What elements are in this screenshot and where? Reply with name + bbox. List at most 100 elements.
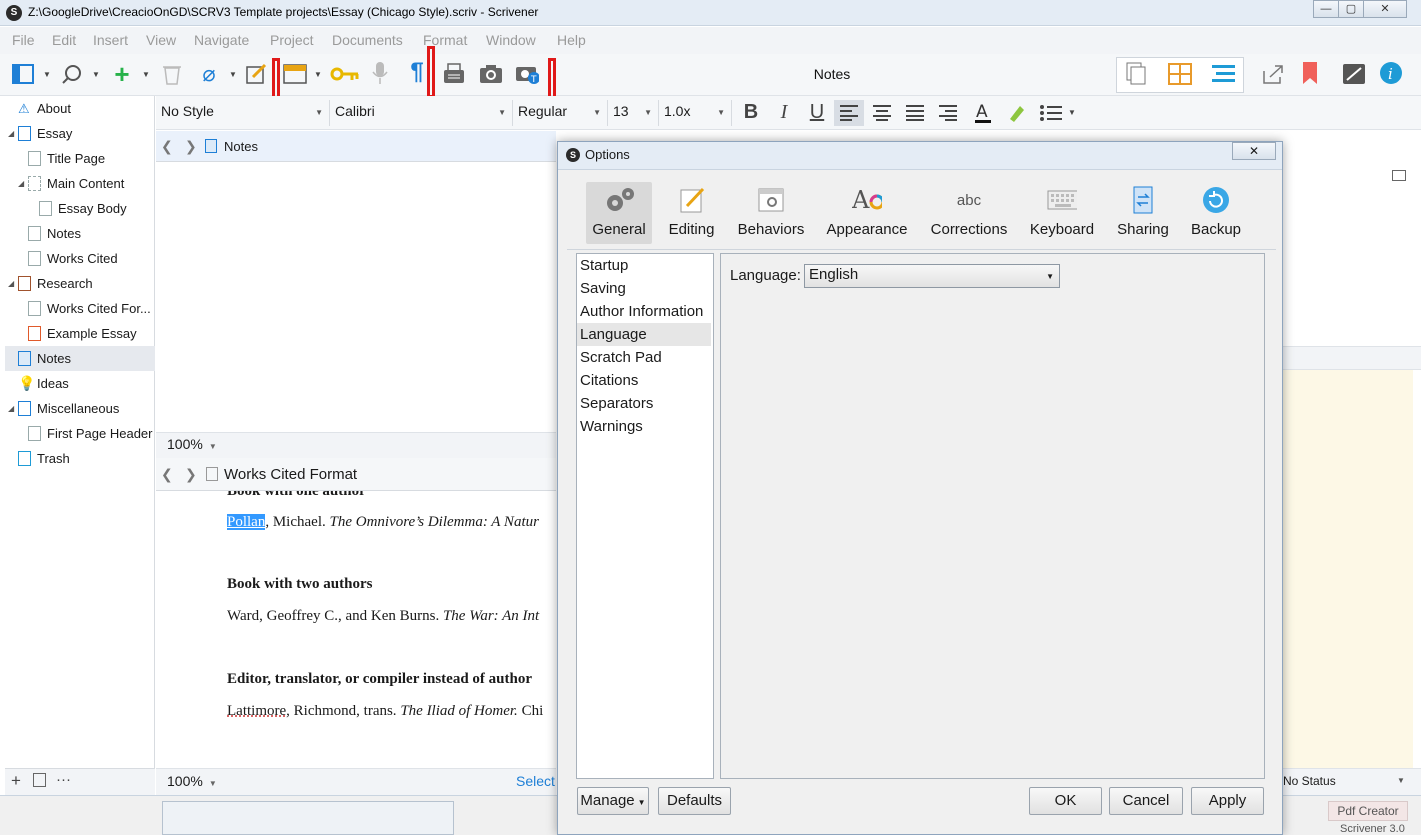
close-window-button[interactable]: ✕: [1363, 0, 1407, 18]
status-value[interactable]: No Status: [1283, 774, 1336, 788]
binder-item-trash[interactable]: Trash: [5, 446, 155, 471]
menu-documents[interactable]: Documents: [332, 32, 403, 48]
binder-item-title-page[interactable]: Title Page: [5, 146, 155, 171]
edit-notes-icon[interactable]: [244, 63, 268, 85]
binder-item-main-content[interactable]: ◢ Main Content: [5, 171, 155, 196]
binder-item-notes-selected[interactable]: Notes: [5, 346, 155, 371]
menu-project[interactable]: Project: [270, 32, 314, 48]
editor-bottom-footer-link[interactable]: Select: [516, 773, 555, 789]
attachment-dropdown-icon[interactable]: ▼: [229, 70, 237, 80]
binder-item-example-essay[interactable]: Example Essay: [5, 321, 155, 346]
text-color-icon[interactable]: A: [968, 100, 998, 126]
microphone-icon[interactable]: [368, 62, 392, 84]
menu-insert[interactable]: Insert: [93, 32, 128, 48]
category-behaviors[interactable]: Behaviors: [737, 182, 805, 244]
category-editing[interactable]: Editing: [664, 182, 719, 244]
binder-item-miscellaneous[interactable]: ◢ Miscellaneous: [5, 396, 155, 421]
italic-button[interactable]: I: [769, 100, 799, 126]
section-startup[interactable]: Startup: [577, 254, 711, 277]
expanded-arrow-icon[interactable]: ◢: [8, 129, 16, 138]
inspector-notes-area[interactable]: [1283, 370, 1413, 768]
binder-more-button[interactable]: ···: [56, 771, 71, 788]
category-keyboard[interactable]: Keyboard: [1028, 182, 1096, 244]
attachment-icon[interactable]: ⌀: [197, 61, 221, 86]
ok-button[interactable]: OK: [1029, 787, 1102, 815]
align-left-button[interactable]: [834, 100, 864, 126]
corkboard-view-icon[interactable]: [1168, 63, 1192, 85]
binder-item-about[interactable]: ⚠ About: [5, 96, 155, 121]
expanded-arrow-icon[interactable]: ◢: [18, 179, 26, 188]
quick-reference-icon[interactable]: [1342, 63, 1366, 85]
menu-file[interactable]: File: [12, 32, 35, 48]
section-warnings[interactable]: Warnings: [577, 415, 711, 438]
editor-bottom-body[interactable]: Book with one author Pollan, Michael. Th…: [156, 491, 556, 768]
expanded-arrow-icon[interactable]: ◢: [8, 404, 16, 413]
manage-button[interactable]: Manage ▼: [577, 787, 649, 815]
add-item-icon[interactable]: +: [110, 59, 134, 89]
defaults-button[interactable]: Defaults: [658, 787, 731, 815]
scrivenings-view-icon[interactable]: [1124, 62, 1148, 85]
snapshot-camera-icon[interactable]: [479, 63, 503, 85]
back-arrow-icon[interactable]: ❮: [161, 466, 173, 483]
language-select[interactable]: English ▼: [804, 264, 1060, 288]
apply-button[interactable]: Apply: [1191, 787, 1264, 815]
bold-button[interactable]: B: [736, 100, 766, 126]
binder-item-ideas[interactable]: 💡 Ideas: [5, 371, 155, 396]
search-icon[interactable]: [60, 63, 84, 85]
category-sharing[interactable]: Sharing: [1114, 182, 1172, 244]
binder-item-essay[interactable]: ◢ Essay: [5, 121, 155, 146]
pdf-creator-item[interactable]: Pdf Creator: [1328, 801, 1408, 821]
outliner-view-icon[interactable]: [1211, 63, 1235, 85]
menu-window[interactable]: Window: [486, 32, 536, 48]
layout-dropdown-icon[interactable]: ▼: [314, 70, 322, 80]
align-right-button[interactable]: [933, 100, 963, 126]
line-spacing-select[interactable]: 1.0x ▼: [659, 100, 732, 126]
scrivener-app-icon[interactable]: S: [6, 5, 22, 21]
back-arrow-icon[interactable]: ❮: [161, 138, 173, 155]
cancel-button[interactable]: Cancel: [1109, 787, 1183, 815]
menu-navigate[interactable]: Navigate: [194, 32, 249, 48]
font-weight-select[interactable]: Regular ▼: [513, 100, 608, 126]
category-general[interactable]: General: [586, 182, 652, 244]
align-justify-button[interactable]: [900, 100, 930, 126]
binder-add-button[interactable]: +: [11, 771, 21, 791]
binder-item-research[interactable]: ◢ Research: [5, 271, 155, 296]
forward-arrow-icon[interactable]: ❯: [185, 466, 197, 483]
category-backup[interactable]: Backup: [1188, 182, 1244, 244]
binder-item-essay-body[interactable]: Essay Body: [5, 196, 155, 221]
binder-item-first-page-header[interactable]: First Page Header: [5, 421, 155, 446]
list-bullets-icon[interactable]: [1036, 100, 1066, 126]
trash-icon[interactable]: [160, 63, 184, 85]
editor-top-body[interactable]: [156, 162, 556, 432]
menu-help[interactable]: Help: [557, 32, 586, 48]
menu-edit[interactable]: Edit: [52, 32, 76, 48]
section-saving[interactable]: Saving: [577, 277, 711, 300]
image-icon[interactable]: [1392, 170, 1406, 181]
underline-button[interactable]: U: [802, 100, 832, 126]
maximize-button[interactable]: ▢: [1338, 0, 1364, 18]
forward-arrow-icon[interactable]: ❯: [185, 138, 197, 155]
binder-item-notes[interactable]: Notes: [5, 221, 155, 246]
add-folder-icon[interactable]: [33, 773, 46, 787]
section-separators[interactable]: Separators: [577, 392, 711, 415]
category-corrections[interactable]: abc Corrections: [929, 182, 1009, 244]
inspector-info-icon[interactable]: i: [1379, 62, 1403, 84]
section-language[interactable]: Language: [577, 323, 711, 346]
section-scratch-pad[interactable]: Scratch Pad: [577, 346, 711, 369]
compile-share-icon[interactable]: [1261, 63, 1285, 85]
chevron-down-icon[interactable]: ▼: [1397, 776, 1405, 785]
font-select[interactable]: Calibri ▼: [330, 100, 513, 126]
layout-icon[interactable]: [283, 63, 307, 85]
minimize-button[interactable]: —: [1313, 0, 1339, 18]
highlight-marker-icon[interactable]: [1001, 100, 1031, 126]
section-citations[interactable]: Citations: [577, 369, 711, 392]
font-size-select[interactable]: 13 ▼: [608, 100, 659, 126]
style-select[interactable]: No Style ▼: [156, 100, 330, 126]
binder-toggle-icon[interactable]: [11, 63, 35, 85]
editor-top-zoom[interactable]: 100% ▼: [167, 436, 217, 452]
typewriter-icon[interactable]: [442, 63, 466, 85]
add-dropdown-icon[interactable]: ▼: [142, 70, 150, 80]
paragraph-icon[interactable]: ¶: [405, 58, 429, 85]
editor-bottom-zoom[interactable]: 100% ▼: [167, 773, 217, 789]
binder-toggle-dropdown-icon[interactable]: ▼: [43, 70, 51, 80]
